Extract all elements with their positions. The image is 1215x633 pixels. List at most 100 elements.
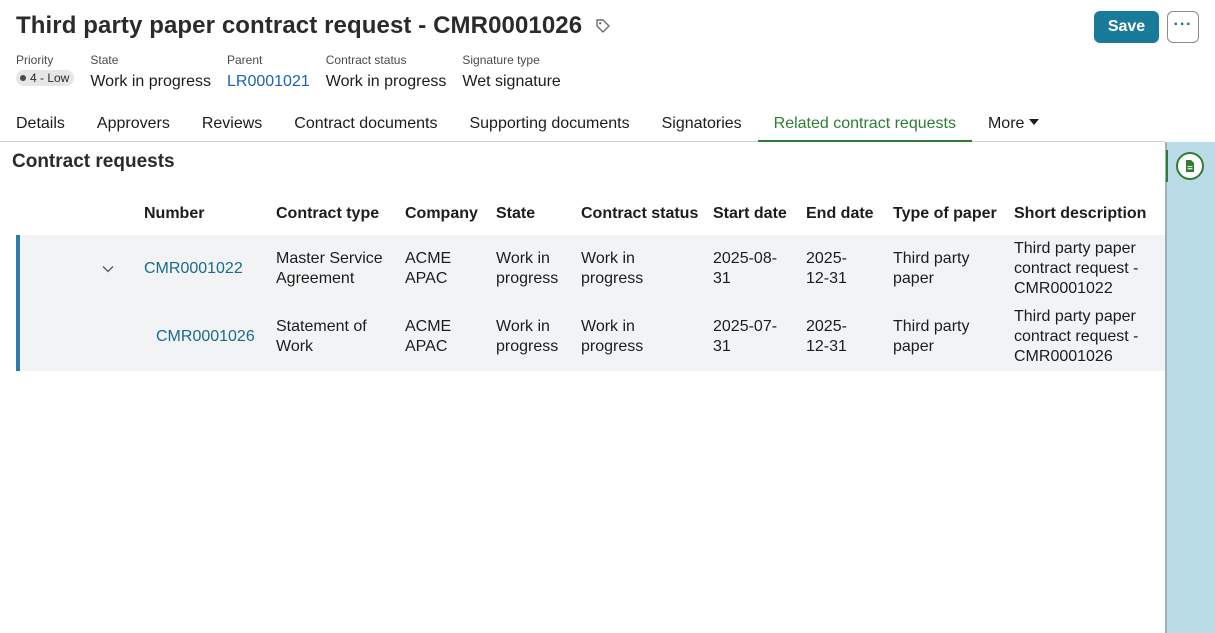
column-header-short-description[interactable]: Short description	[1014, 205, 1146, 223]
cell-text: Agreement	[276, 270, 355, 287]
meta-contract-status-value: Work in progress	[325, 73, 447, 90]
cell-end-date: 2025- 12-31	[806, 249, 847, 289]
caret-down-icon	[1029, 118, 1040, 125]
row-number-link[interactable]: CMR0001026	[156, 327, 255, 347]
table-body: CMR0001022 Master Service Agreement ACME…	[16, 235, 1165, 371]
cell-text: 31	[713, 270, 731, 287]
cell-end-date: 2025- 12-31	[806, 317, 847, 357]
cell-text: 12-31	[806, 338, 847, 355]
cell-text: CMR0001026	[1014, 348, 1113, 365]
parent-link[interactable]: LR0001021	[227, 72, 310, 92]
column-header-state[interactable]: State	[496, 205, 535, 223]
table-row: CMR0001022 Master Service Agreement ACME…	[20, 235, 1169, 303]
cell-text: Third party paper	[1014, 240, 1136, 257]
meta-signature-type: Signature type Wet signature	[462, 52, 560, 92]
cell-text: 2025-	[806, 250, 847, 267]
column-header-start-date[interactable]: Start date	[713, 205, 787, 223]
tag-icon[interactable]	[594, 17, 612, 35]
cell-text: APAC	[405, 338, 448, 355]
cell-text: 2025-	[806, 318, 847, 335]
cell-contract-status: Work in progress	[581, 249, 643, 289]
meta-contract-status: Contract status Work in progress	[326, 52, 447, 92]
cell-text: Work in	[581, 250, 635, 267]
cell-text: Work in	[581, 318, 635, 335]
row-number-link[interactable]: CMR0001022	[144, 259, 243, 279]
cell-start-date: 2025-08- 31	[713, 249, 777, 289]
table-row: CMR0001026 Statement of Work ACME APAC W…	[20, 303, 1169, 371]
tab-related-contract-requests[interactable]: Related contract requests	[757, 107, 973, 142]
column-header-company[interactable]: Company	[405, 205, 478, 223]
table-header: Number Contract type Company State Contr…	[0, 193, 1165, 235]
record-meta: Priority 4 - Low State Work in progress …	[16, 52, 1199, 92]
cell-text: Third party paper	[1014, 308, 1136, 325]
cell-text: Master Service	[276, 250, 383, 267]
meta-parent: Parent LR0001021	[227, 52, 310, 92]
side-panel-active-marker	[1166, 150, 1168, 182]
tab-details[interactable]: Details	[0, 107, 81, 141]
tab-supporting-documents[interactable]: Supporting documents	[453, 107, 645, 141]
cell-text: progress	[581, 338, 644, 355]
document-icon[interactable]	[1176, 152, 1204, 180]
cell-text: Work in	[496, 250, 550, 267]
cell-type-of-paper: Third party paper	[893, 317, 969, 357]
chevron-down-icon[interactable]	[102, 263, 114, 275]
save-button[interactable]: Save	[1094, 11, 1159, 43]
cell-company: ACME APAC	[405, 317, 451, 357]
cell-type-of-paper: Third party paper	[893, 249, 969, 289]
column-header-end-date[interactable]: End date	[806, 205, 874, 223]
column-header-type-of-paper[interactable]: Type of paper	[893, 205, 997, 223]
meta-priority: Priority 4 - Low	[16, 52, 75, 92]
tab-contract-documents[interactable]: Contract documents	[278, 107, 453, 141]
cell-text: Statement of	[276, 318, 367, 335]
cell-text: progress	[581, 270, 644, 287]
meta-contract-status-label: Contract status	[325, 53, 407, 67]
cell-text: CMR0001022	[1014, 280, 1113, 297]
column-header-number[interactable]: Number	[144, 205, 204, 223]
cell-text: progress	[496, 338, 559, 355]
cell-text: Third party	[893, 318, 970, 335]
cell-text: ACME	[405, 250, 452, 267]
tab-more-label: More	[987, 115, 1025, 132]
meta-signature-type-value: Wet signature	[462, 73, 561, 90]
tab-signatories[interactable]: Signatories	[646, 107, 758, 141]
cell-short-description: Third party paper contract request - CMR…	[1014, 307, 1139, 367]
meta-state: State Work in progress	[90, 52, 211, 92]
cell-text: Third party	[893, 250, 970, 267]
priority-badge: 4 - Low	[16, 70, 75, 86]
cell-text: paper	[893, 270, 934, 287]
cell-text: paper	[893, 338, 934, 355]
side-panel	[1165, 142, 1215, 633]
cell-text: 2025-08-	[713, 250, 778, 267]
cell-text: contract request -	[1014, 328, 1139, 345]
cell-contract-type: Statement of Work	[276, 317, 367, 357]
cell-state: Work in progress	[496, 317, 558, 357]
tab-approvers[interactable]: Approvers	[81, 107, 186, 141]
cell-text: ACME	[405, 318, 452, 335]
page-title: Third party paper contract request - CMR…	[16, 12, 583, 39]
meta-parent-label: Parent	[227, 53, 263, 67]
cell-company: ACME APAC	[405, 249, 451, 289]
tab-more[interactable]: More	[972, 107, 1055, 141]
meta-signature-type-label: Signature type	[462, 53, 540, 67]
meta-state-value: Work in progress	[90, 73, 211, 90]
cell-text: 12-31	[806, 270, 847, 287]
column-header-contract-status[interactable]: Contract status	[581, 205, 698, 223]
cell-text: Work in	[496, 318, 550, 335]
tab-reviews[interactable]: Reviews	[186, 107, 278, 141]
cell-text: Work	[276, 338, 314, 355]
section-title: Contract requests	[12, 151, 175, 172]
cell-text: 31	[713, 338, 731, 355]
more-actions-button[interactable]: ···	[1167, 11, 1199, 43]
cell-contract-type: Master Service Agreement	[276, 249, 383, 289]
cell-text: 2025-07-	[713, 318, 778, 335]
cell-contract-status: Work in progress	[581, 317, 643, 357]
column-header-contract-type[interactable]: Contract type	[276, 205, 379, 223]
header-actions: Save ···	[1094, 11, 1199, 43]
contract-requests-table: Number Contract type Company State Contr…	[0, 193, 1165, 371]
meta-state-label: State	[90, 53, 119, 67]
cell-text: progress	[496, 270, 559, 287]
cell-state: Work in progress	[496, 249, 558, 289]
cell-start-date: 2025-07- 31	[713, 317, 777, 357]
record-tabs: Details Approvers Reviews Contract docum…	[0, 107, 1165, 142]
cell-text: contract request -	[1014, 260, 1139, 277]
